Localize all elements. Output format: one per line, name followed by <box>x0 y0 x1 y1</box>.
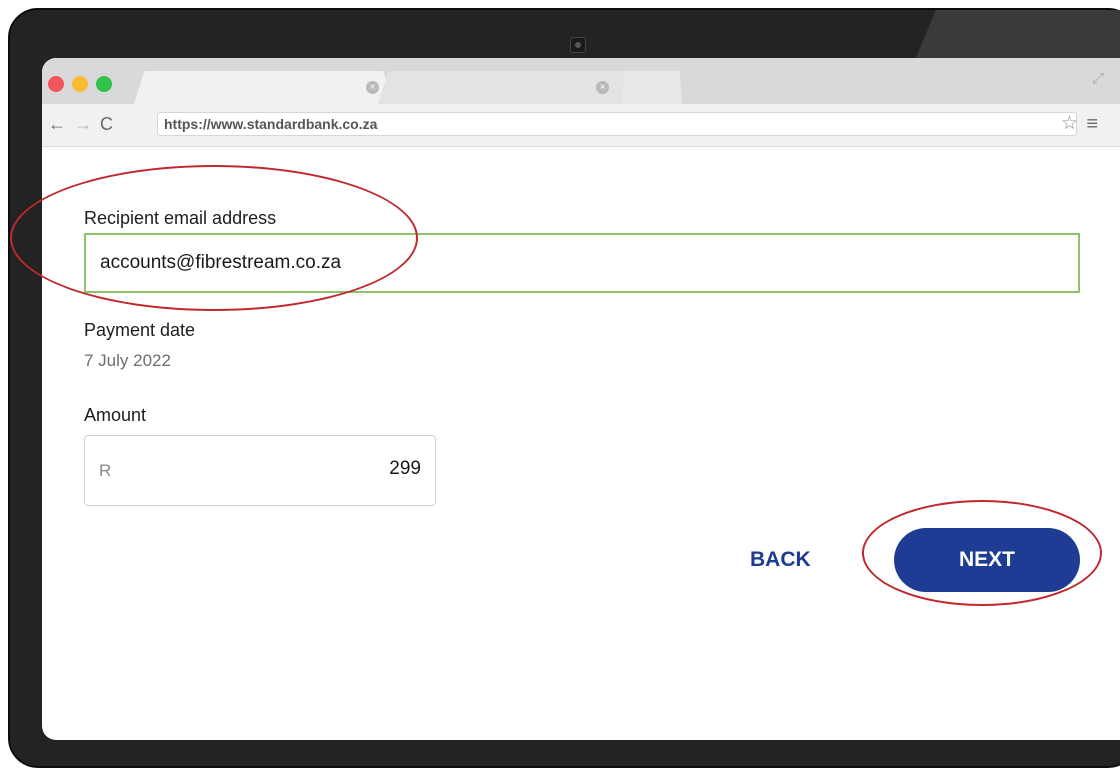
browser-tab-bar: × × ⤢ <box>42 58 1120 104</box>
bookmark-star-icon[interactable]: ☆ <box>1061 113 1078 135</box>
reload-icon[interactable]: C <box>100 114 113 134</box>
address-bar[interactable]: https://www.standardbank.co.za ☆ <box>157 112 1078 136</box>
browser-tab-inactive[interactable]: × <box>378 71 638 104</box>
menu-icon[interactable]: ≡ <box>1086 113 1098 135</box>
tab-close-icon[interactable]: × <box>596 81 609 94</box>
payment-date-value: 7 July 2022 <box>84 351 171 370</box>
tab-close-icon[interactable]: × <box>366 81 379 94</box>
device-shine <box>915 10 1120 60</box>
email-field[interactable]: accounts@fibrestream.co.za <box>84 233 1080 293</box>
next-button[interactable]: NEXT <box>894 528 1080 592</box>
maximize-window-button[interactable] <box>96 76 112 92</box>
back-arrow-icon[interactable]: ← <box>48 114 66 134</box>
amount-field[interactable]: R 299 <box>84 435 436 506</box>
currency-symbol: R <box>99 461 112 480</box>
amount-value: 299 <box>389 458 421 479</box>
screen: × × ⤢ ← → C https://www.standardbank.co.… <box>42 58 1120 740</box>
payment-date-label: Payment date <box>84 320 196 340</box>
minimize-window-button[interactable] <box>72 76 88 92</box>
expand-icon[interactable]: ⤢ <box>1092 70 1104 87</box>
back-button[interactable]: BACK <box>750 548 811 572</box>
new-tab-button[interactable] <box>622 71 682 104</box>
browser-tab-active[interactable]: × <box>134 71 394 104</box>
device-frame: × × ⤢ ← → C https://www.standardbank.co.… <box>8 8 1120 768</box>
close-window-button[interactable] <box>48 76 64 92</box>
amount-label: Amount <box>84 405 147 425</box>
forward-arrow-icon[interactable]: → <box>74 114 92 134</box>
browser-toolbar: ← → C https://www.standardbank.co.za ☆ ≡ <box>42 104 1120 147</box>
url-text: https://www.standardbank.co.za <box>164 116 378 132</box>
email-label: Recipient email address <box>84 208 277 228</box>
camera-icon <box>570 37 586 53</box>
